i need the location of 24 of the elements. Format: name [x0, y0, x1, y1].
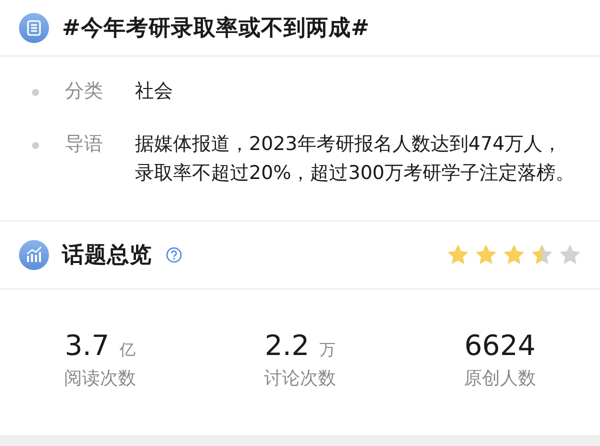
star-icon [530, 243, 554, 267]
bullet-dot [32, 89, 39, 96]
chart-icon [18, 239, 50, 271]
stat-unit: 万 [319, 340, 336, 361]
star-icon [446, 243, 470, 267]
star-icon [474, 243, 498, 267]
stat-number: 2.2 [264, 329, 310, 362]
star-icon [558, 243, 582, 267]
list-icon [18, 12, 50, 44]
stat-number: 6624 [464, 329, 536, 362]
detail-value: 据媒体报道，2023年考研报名人数达到474万人，录取率不超过20%，超过300万考研学子注定落榜。 [135, 132, 575, 186]
detail-label: 分类 [65, 79, 104, 104]
overview-title: 话题总览 [62, 242, 152, 270]
bullet-dot [32, 142, 39, 149]
stat-label: 原创人数 [464, 367, 536, 390]
detail-value: 社会 [135, 79, 174, 104]
detail-label: 导语 [65, 132, 104, 157]
stat-label: 讨论次数 [264, 367, 336, 390]
star-icon [502, 243, 526, 267]
help-icon [166, 247, 182, 263]
stat-number: 3.7 [64, 329, 110, 362]
stat-label: 阅读次数 [64, 367, 136, 390]
topic-title: #今年考研录取率或不到两成# [62, 14, 370, 42]
stat-unit: 亿 [119, 340, 136, 361]
